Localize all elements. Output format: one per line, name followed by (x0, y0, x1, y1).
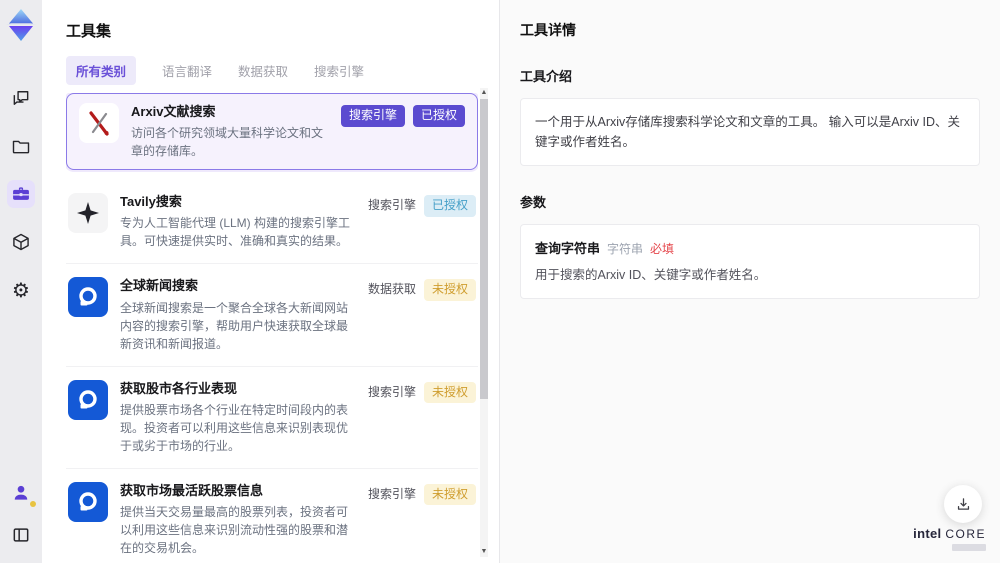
param-type: 字符串 (607, 242, 644, 256)
news-service-icon (68, 277, 108, 318)
folder-icon (12, 140, 30, 154)
param-description: 用于搜索的Arxiv ID、关键字或作者姓名。 (535, 268, 767, 282)
tool-description: 全球新闻搜索是一个聚合全球各大新闻网站内容的搜索引擎，帮助用户快速获取全球最新资… (120, 300, 349, 351)
left-sidebar: ⚙ (0, 0, 42, 563)
param-name: 查询字符串 (535, 241, 601, 256)
cube-icon (13, 233, 29, 251)
tool-card-active-stocks[interactable]: 获取市场最活跃股票信息 提供当天交易量最高的股票列表，投资者可以利用这些信息来识… (66, 468, 478, 563)
scroll-up-arrow[interactable]: ▲ (480, 88, 488, 98)
sidebar-item-collapse[interactable] (7, 521, 35, 549)
sidebar-item-account[interactable] (7, 479, 36, 507)
intro-text: 一个用于从Arxiv存储库搜索科学论文和文章的工具。 输入可以是Arxiv ID… (535, 115, 961, 149)
auth-badge: 未授权 (423, 381, 476, 404)
sidebar-item-files[interactable] (7, 132, 35, 160)
sidebar-item-packages[interactable] (7, 228, 35, 256)
status-dot (30, 501, 36, 507)
tab-data-fetch[interactable]: 数据获取 (238, 61, 288, 80)
tool-description: 访问各个研究领域大量科学论文和文章的存储库。 (131, 126, 324, 159)
category-tabs: 所有类别 语言翻译 数据获取 搜索引擎 (66, 55, 499, 85)
brand-intel: intel (913, 526, 942, 541)
intro-heading: 工具介绍 (520, 69, 573, 84)
tool-list: Arxiv文献搜索 访问各个研究领域大量科学论文和文章的存储库。 搜索引擎 已授… (66, 93, 478, 563)
auth-badge: 未授权 (423, 483, 476, 506)
brand-ultra-bar (952, 544, 986, 551)
scrollbar-thumb[interactable] (480, 99, 488, 399)
tab-search-engine[interactable]: 搜索引擎 (314, 61, 364, 80)
tool-description: 专为人工智能代理 (LLM) 构建的搜索引擎工具。可快速提供实时、准确和真实的结… (120, 216, 351, 249)
panel-layout-icon (13, 528, 29, 542)
download-icon (957, 497, 969, 510)
chat-icon (13, 91, 29, 105)
tab-language-translation[interactable]: 语言翻译 (162, 61, 212, 80)
category-tag: 搜索引擎 (367, 384, 416, 399)
tab-all-categories[interactable]: 所有类别 (66, 55, 137, 85)
tool-name: 获取市场最活跃股票信息 (120, 482, 264, 498)
tool-card-sector-performance[interactable]: 获取股市各行业表现 提供股票市场各个行业在特定时间段内的表现。投资者可以利用这些… (66, 366, 478, 469)
tool-list-panel: 工具集 所有类别 语言翻译 数据获取 搜索引擎 Arxiv文献搜索 访问各个研究… (42, 0, 500, 563)
scroll-down-arrow[interactable]: ▼ (480, 547, 488, 557)
download-button[interactable] (944, 485, 982, 523)
brand-core: CORE (945, 527, 986, 541)
app-logo-icon[interactable] (4, 8, 38, 42)
finance-service-icon (68, 379, 108, 420)
category-tag: 数据获取 (367, 282, 416, 297)
toolbox-icon (13, 187, 29, 200)
sidebar-item-chat[interactable] (7, 84, 35, 112)
auth-badge: 已授权 (423, 195, 476, 217)
user-icon (14, 485, 28, 500)
sidebar-item-tools[interactable] (7, 180, 35, 208)
page-title: 工具集 (66, 23, 112, 40)
tool-description: 提供股票市场各个行业在特定时间段内的表现。投资者可以利用这些信息来识别表现优于或… (120, 402, 349, 453)
tool-card-tavily[interactable]: Tavily搜索 专为人工智能代理 (LLM) 构建的搜索引擎工具。可快速提供实… (66, 180, 478, 265)
category-tag: 搜索引擎 (367, 486, 416, 501)
param-card: 查询字符串 字符串 必填 用于搜索的Arxiv ID、关键字或作者姓名。 (520, 224, 980, 299)
auth-badge: 未授权 (423, 279, 476, 301)
category-badge: 搜索引擎 (340, 105, 405, 127)
finance-service-icon (68, 481, 108, 522)
tool-card-arxiv[interactable]: Arxiv文献搜索 访问各个研究领域大量科学论文和文章的存储库。 搜索引擎 已授… (66, 93, 478, 171)
tool-name: 全球新闻搜索 (120, 278, 199, 294)
auth-badge: 已授权 (412, 105, 465, 127)
sidebar-item-settings[interactable]: ⚙ (7, 276, 35, 304)
tool-details-panel: 工具详情 工具介绍 一个用于从Arxiv存储库搜索科学论文和文章的工具。 输入可… (500, 0, 1000, 563)
arxiv-logo-icon (79, 103, 119, 143)
tool-name: Tavily搜索 (120, 194, 182, 210)
params-heading: 参数 (520, 195, 547, 210)
tool-name: Arxiv文献搜索 (131, 104, 216, 119)
tool-card-global-news[interactable]: 全球新闻搜索 全球新闻搜索是一个聚合全球各大新闻网站内容的搜索引擎，帮助用户快速… (66, 264, 478, 367)
param-required-label: 必填 (650, 242, 675, 256)
intro-card: 一个用于从Arxiv存储库搜索科学论文和文章的工具。 输入可以是Arxiv ID… (520, 98, 980, 166)
tool-description: 提供当天交易量最高的股票列表，投资者可以利用这些信息来识别流动性强的股票和潜在的… (120, 504, 349, 555)
gear-icon: ⚙ (12, 278, 30, 302)
details-title: 工具详情 (520, 22, 576, 38)
intel-core-logo: intel CORE (913, 526, 986, 551)
tool-name: 获取股市各行业表现 (120, 380, 238, 396)
category-tag: 搜索引擎 (367, 198, 416, 213)
tavily-star-icon (68, 193, 108, 234)
list-scrollbar[interactable]: ▲ ▼ (480, 88, 488, 557)
